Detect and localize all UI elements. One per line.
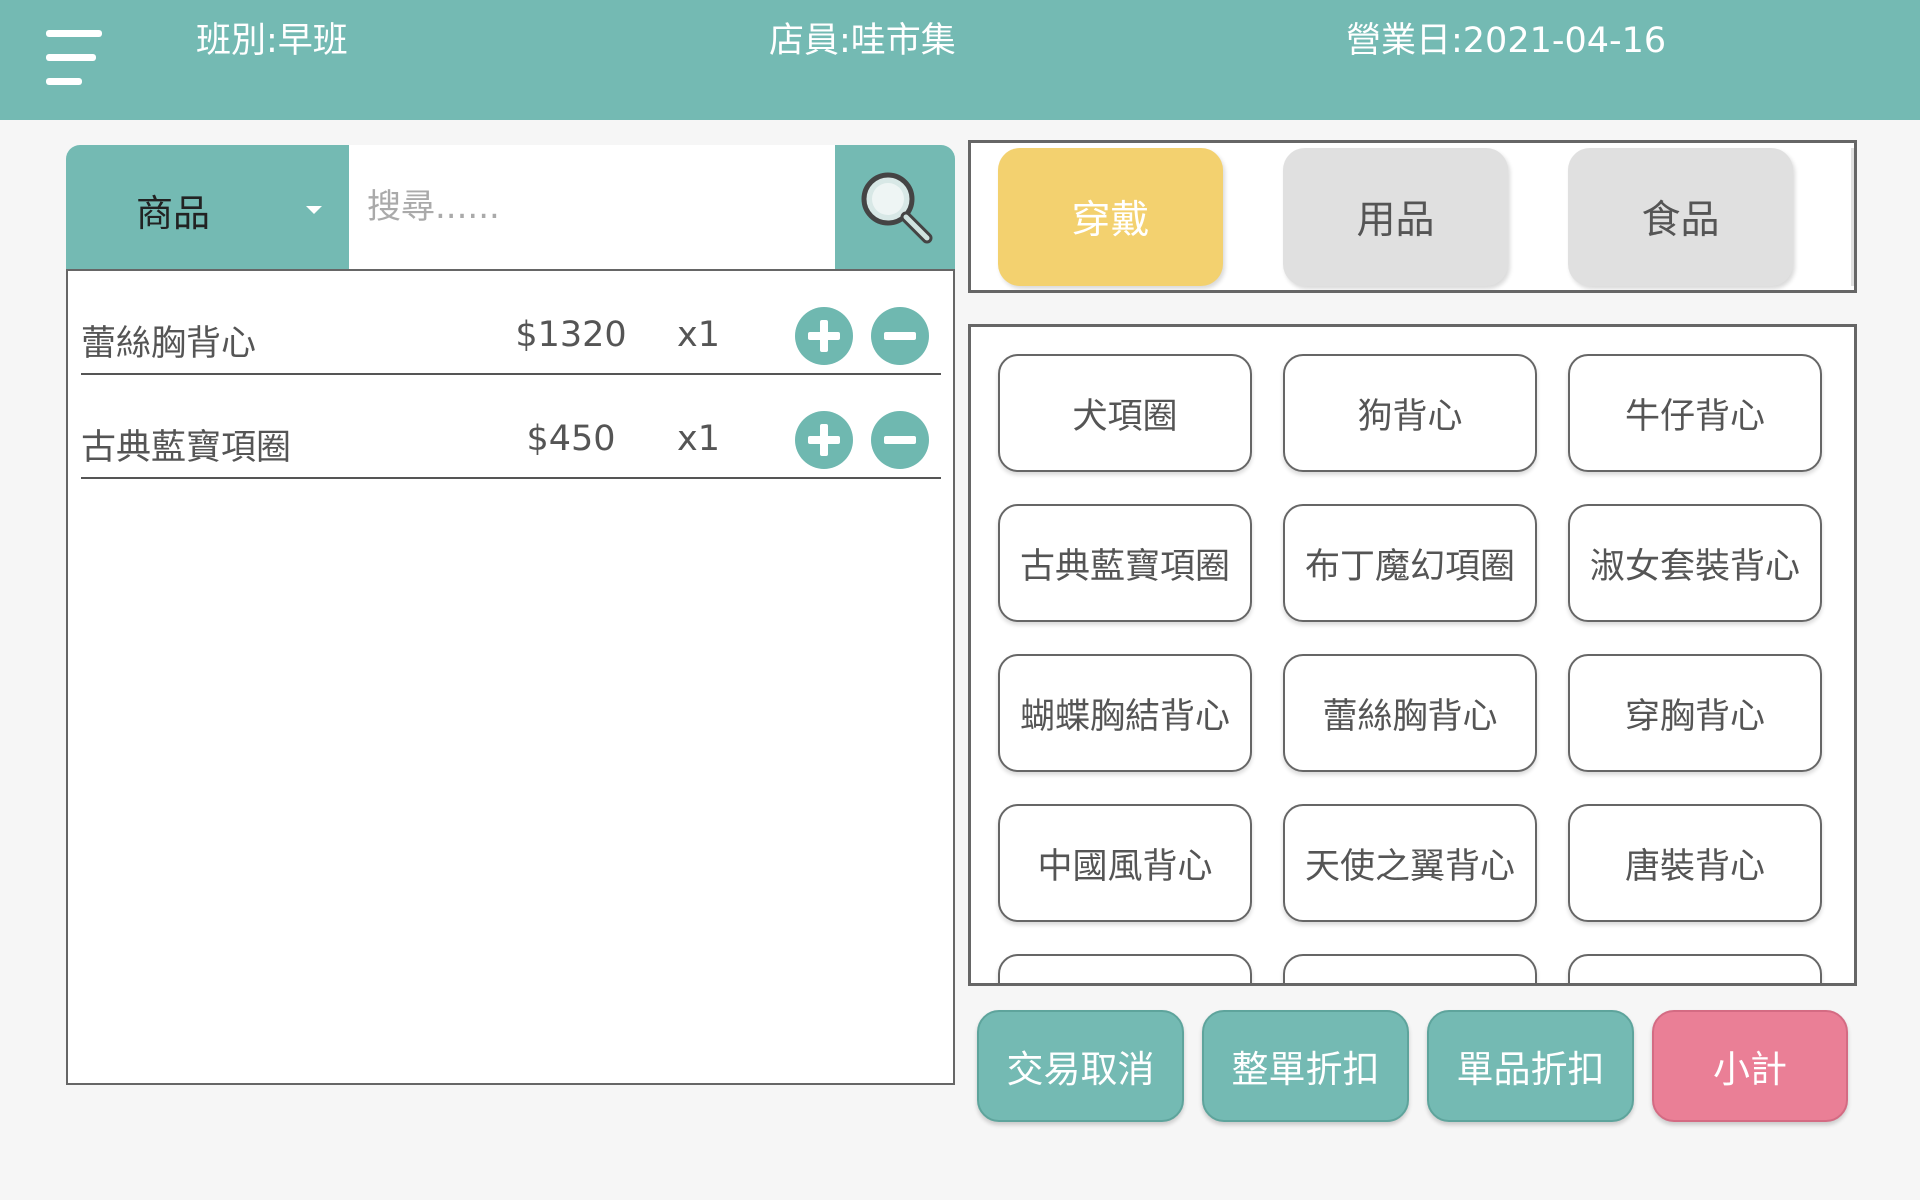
product-grid: 犬項圈 狗背心 牛仔背心 古典藍寶項圈 布丁魔幻項圈 淑女套裝背心 蝴蝶胸結背心…: [968, 324, 1857, 986]
tab-supplies[interactable]: 用品: [1283, 148, 1508, 286]
cart-row: 古典藍寶項圈 $450 x1: [81, 375, 941, 479]
search-button[interactable]: [835, 145, 955, 269]
product-button[interactable]: 古典藍寶項圈: [998, 504, 1252, 622]
product-button[interactable]: 天使之翼背心: [1283, 804, 1537, 922]
cart-item-qty: x1: [677, 419, 720, 459]
product-button-partial[interactable]: [998, 954, 1252, 983]
product-button[interactable]: 穿胸背心: [1568, 654, 1822, 772]
product-button[interactable]: 蕾絲胸背心: [1283, 654, 1537, 772]
minus-icon: [884, 436, 916, 444]
order-discount-button[interactable]: 整單折扣: [1202, 1010, 1409, 1122]
cart-item-qty: x1: [677, 315, 720, 355]
item-discount-button[interactable]: 單品折扣: [1427, 1010, 1634, 1122]
cancel-transaction-button[interactable]: 交易取消: [977, 1010, 1184, 1122]
decrease-qty-button[interactable]: [871, 307, 929, 365]
magnifier-icon: [861, 172, 933, 244]
product-button-partial[interactable]: [1283, 954, 1537, 983]
product-button[interactable]: 布丁魔幻項圈: [1283, 504, 1537, 622]
cart-item-price: $450: [526, 419, 616, 459]
next-tab-edge[interactable]: [1851, 148, 1854, 286]
search-input[interactable]: [349, 145, 835, 269]
cart-item-price: $1320: [515, 315, 627, 355]
tab-food[interactable]: 食品: [1568, 148, 1793, 286]
product-button[interactable]: 狗背心: [1283, 354, 1537, 472]
minus-icon: [884, 332, 916, 340]
product-button-partial[interactable]: [1568, 954, 1822, 983]
hamburger-menu-icon[interactable]: [40, 24, 110, 90]
subtotal-button[interactable]: 小計: [1652, 1010, 1848, 1122]
shift-label: 班別:早班: [196, 21, 348, 61]
cart-list: 蕾絲胸背心 $1320 x1 古典藍寶項圈 $450 x1: [66, 269, 955, 1085]
increase-qty-button[interactable]: [795, 411, 853, 469]
product-button[interactable]: 唐裝背心: [1568, 804, 1822, 922]
caret-down-icon: [306, 206, 322, 214]
category-dropdown-value: 商品: [136, 192, 210, 235]
cart-item-name: 古典藍寶項圈: [81, 428, 292, 468]
staff-label: 店員:哇市集: [769, 21, 956, 61]
cart-row: 蕾絲胸背心 $1320 x1: [81, 271, 941, 375]
product-button[interactable]: 牛仔背心: [1568, 354, 1822, 472]
product-button[interactable]: 淑女套裝背心: [1568, 504, 1822, 622]
product-button[interactable]: 中國風背心: [998, 804, 1252, 922]
product-button[interactable]: 犬項圈: [998, 354, 1252, 472]
category-tabs: 穿戴 用品 食品: [968, 140, 1857, 293]
increase-qty-button[interactable]: [795, 307, 853, 365]
decrease-qty-button[interactable]: [871, 411, 929, 469]
product-button[interactable]: 蝴蝶胸結背心: [998, 654, 1252, 772]
tab-wearables[interactable]: 穿戴: [998, 148, 1223, 286]
search-bar: 商品: [66, 145, 955, 269]
top-bar: 班別:早班 店員:哇市集 營業日:2021-04-16: [0, 0, 1920, 120]
cart-item-name: 蕾絲胸背心: [81, 324, 257, 364]
business-date-label: 營業日:2021-04-16: [1346, 21, 1667, 61]
category-dropdown[interactable]: 商品: [66, 145, 349, 269]
